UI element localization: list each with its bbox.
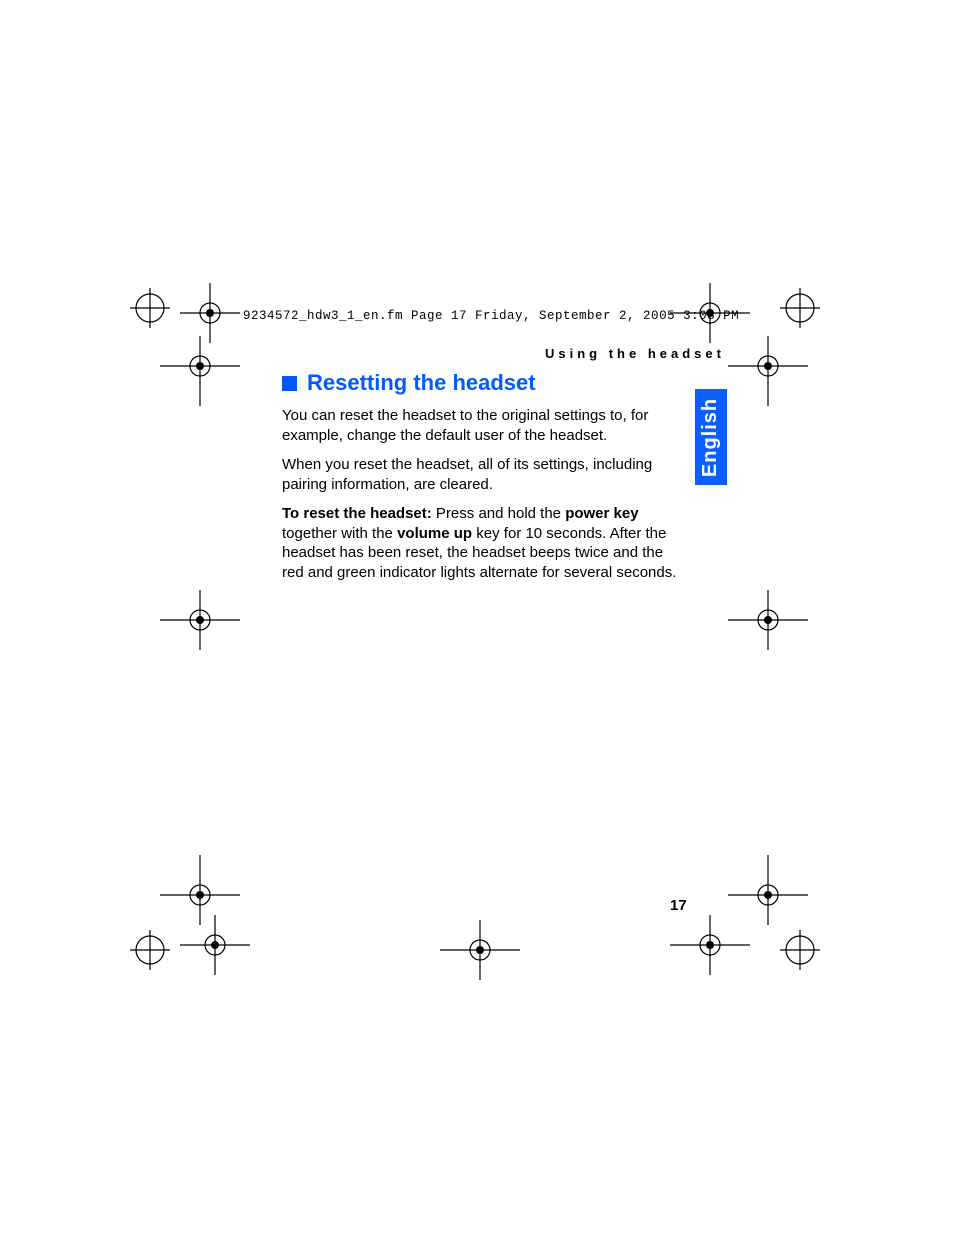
document-page: 9234572_hdw3_1_en.fm Page 17 Friday, Sep… [0,0,954,1235]
bold-text: volume up [397,525,472,542]
content-block: Resetting the headset You can reset the … [282,370,687,592]
paragraph: When you reset the headset, all of its s… [282,455,687,494]
registration-mark-icon [420,910,540,990]
registration-mark-icon [130,910,290,990]
heading-text: Resetting the headset [307,370,536,396]
square-bullet-icon [282,376,297,391]
registration-mark-icon [140,840,260,930]
registration-mark-icon [140,336,260,426]
language-tab-label: English [700,397,723,476]
registration-mark-icon [140,585,260,655]
paragraph: You can reset the headset to the origina… [282,406,687,445]
text: Press and hold the [432,505,565,522]
language-tab: English [695,389,727,485]
page-number: 17 [670,897,687,914]
registration-mark-icon [708,840,828,930]
paragraph: To reset the headset: Press and hold the… [282,504,687,582]
file-info-line: 9234572_hdw3_1_en.fm Page 17 Friday, Sep… [243,309,739,323]
registration-mark-icon [708,585,828,655]
running-header: Using the headset [545,346,725,361]
section-heading: Resetting the headset [282,370,687,396]
registration-mark-icon [660,910,830,990]
bold-text: To reset the headset: [282,505,432,522]
bold-text: power key [565,505,638,522]
text: together with the [282,525,397,542]
